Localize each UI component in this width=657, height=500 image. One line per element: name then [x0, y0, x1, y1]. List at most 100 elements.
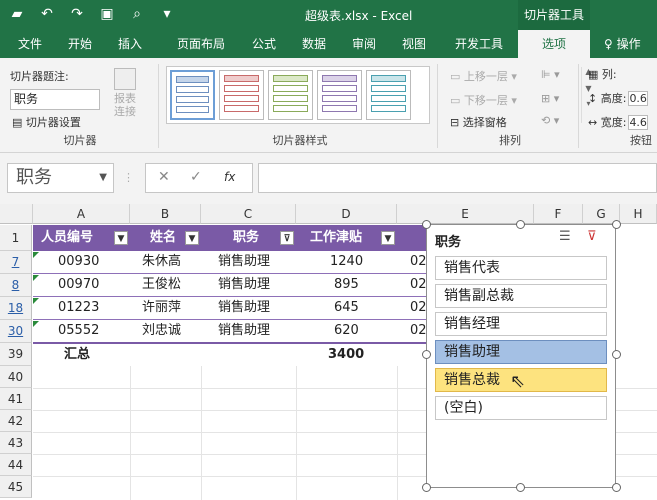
cell-name[interactable]: 朱休高: [142, 251, 200, 273]
cell-allowance[interactable]: 645: [334, 297, 394, 319]
cell-title[interactable]: 销售助理: [218, 297, 294, 319]
row-header[interactable]: 18: [0, 297, 32, 320]
column-header-c[interactable]: C: [201, 204, 296, 224]
slicer-panel[interactable]: 职务 ☰ ⊽ 销售代表 销售副总裁 销售经理 销售助理 销售总裁 (空白): [426, 224, 616, 488]
cell-id[interactable]: 00970: [58, 274, 128, 296]
multi-select-icon[interactable]: ☰: [559, 229, 571, 244]
filter-dropdown-icon[interactable]: ▼: [114, 231, 128, 245]
slicer-settings-button[interactable]: ▤ 切片器设置: [12, 114, 81, 130]
total-value[interactable]: 3400: [328, 344, 388, 366]
cell-name[interactable]: 王俊松: [142, 274, 200, 296]
row-header[interactable]: 1: [0, 225, 32, 251]
cell-title[interactable]: 销售助理: [218, 251, 294, 273]
name-box[interactable]: 职务 ▼: [7, 163, 114, 193]
tab-data[interactable]: 数据: [296, 30, 332, 58]
customize-qat-icon[interactable]: ▾: [158, 5, 176, 23]
cell-title[interactable]: 销售助理: [218, 320, 294, 342]
row-header[interactable]: 39: [0, 343, 32, 366]
table-header-name[interactable]: 姓名 ▼: [130, 225, 201, 251]
save-icon[interactable]: ▣: [98, 5, 116, 23]
slicer-item[interactable]: 销售经理: [435, 312, 607, 336]
rotate-icon[interactable]: ⟲ ▾: [541, 114, 559, 127]
row-header[interactable]: 30: [0, 320, 32, 343]
tab-formulas[interactable]: 公式: [246, 30, 282, 58]
total-label[interactable]: 汇总: [64, 344, 124, 366]
enter-icon[interactable]: ✓: [190, 169, 202, 185]
chevron-down-icon[interactable]: ▼: [99, 164, 107, 192]
selection-pane-button[interactable]: ⊟ 选择窗格: [450, 114, 507, 130]
column-header-b[interactable]: B: [130, 204, 201, 224]
cell-title[interactable]: 销售助理: [218, 274, 294, 296]
table-header-id[interactable]: 人员编号 ▼: [33, 225, 130, 251]
tab-insert[interactable]: 插入: [112, 30, 148, 58]
tab-options[interactable]: 选项: [518, 30, 590, 58]
tab-view[interactable]: 视图: [396, 30, 432, 58]
style-swatch-blue[interactable]: [170, 70, 215, 120]
cell-id[interactable]: 00930: [58, 251, 128, 273]
columns-field[interactable]: ▦ 列:: [588, 66, 617, 82]
table-header-title[interactable]: 职务 ⊽: [201, 225, 296, 251]
send-backward-button[interactable]: ▭ 下移一层 ▾: [450, 92, 517, 108]
column-header-a[interactable]: A: [33, 204, 130, 224]
filter-dropdown-icon[interactable]: ▼: [381, 231, 395, 245]
row-header[interactable]: 8: [0, 274, 32, 297]
column-header-f[interactable]: F: [534, 204, 583, 224]
slicer-item-selected[interactable]: 销售助理: [435, 340, 607, 364]
resize-handle[interactable]: [422, 483, 431, 492]
row-header[interactable]: 40: [0, 366, 32, 388]
row-header[interactable]: 7: [0, 251, 32, 274]
redo-icon[interactable]: ↷: [68, 5, 86, 23]
cell-name[interactable]: 刘忠诚: [142, 320, 200, 342]
formula-input[interactable]: [258, 163, 657, 193]
height-field[interactable]: ↕ 高度: 0.6: [588, 90, 649, 106]
bring-forward-button[interactable]: ▭ 上移一层 ▾: [450, 68, 517, 84]
group-icon[interactable]: ⊞ ▾: [541, 92, 559, 105]
tab-review[interactable]: 审阅: [346, 30, 382, 58]
tab-file[interactable]: 文件: [12, 30, 48, 58]
cell-allowance[interactable]: 620: [334, 320, 394, 342]
row-header[interactable]: 44: [0, 454, 32, 476]
slicer-item[interactable]: (空白): [435, 396, 607, 420]
folder-icon[interactable]: ▰: [8, 5, 26, 23]
cell-name[interactable]: 许丽萍: [142, 297, 200, 319]
row-header[interactable]: 42: [0, 410, 32, 432]
resize-handle[interactable]: [422, 350, 431, 359]
row-header[interactable]: 45: [0, 476, 32, 498]
width-field[interactable]: ↔ 宽度: 4.6: [588, 114, 649, 130]
resize-handle[interactable]: [516, 220, 525, 229]
undo-icon[interactable]: ↶: [38, 5, 56, 23]
tab-developer[interactable]: 开发工具: [448, 30, 510, 58]
row-header[interactable]: 41: [0, 388, 32, 410]
cell-id[interactable]: 01223: [58, 297, 128, 319]
filter-dropdown-icon[interactable]: ▼: [185, 231, 199, 245]
tab-page-layout[interactable]: 页面布局: [170, 30, 232, 58]
row-header[interactable]: 43: [0, 432, 32, 454]
print-preview-icon[interactable]: ⌕: [128, 5, 146, 23]
width-value[interactable]: 4.6: [628, 115, 649, 130]
height-value[interactable]: 0.6: [628, 91, 649, 106]
select-all-corner[interactable]: [0, 204, 33, 224]
slicer-styles-gallery[interactable]: ▲ ▼ ▾: [166, 66, 592, 124]
tab-home[interactable]: 开始: [62, 30, 98, 58]
slicer-item[interactable]: 销售副总裁: [435, 284, 607, 308]
column-header-h[interactable]: H: [620, 204, 657, 224]
column-header-d[interactable]: D: [296, 204, 397, 224]
resize-handle[interactable]: [612, 220, 621, 229]
cell-allowance[interactable]: 1240: [330, 251, 390, 273]
style-swatch-red[interactable]: [219, 70, 264, 120]
resize-handle[interactable]: [516, 483, 525, 492]
style-swatch-green[interactable]: [268, 70, 313, 120]
style-swatch-teal[interactable]: [366, 70, 411, 120]
align-icon[interactable]: ⊫ ▾: [541, 68, 560, 81]
clear-filter-icon[interactable]: ⊽: [587, 229, 597, 244]
resize-handle[interactable]: [612, 483, 621, 492]
report-connections-button[interactable]: 报表 连接: [114, 68, 136, 118]
filter-active-icon[interactable]: ⊽: [280, 231, 294, 245]
resize-handle[interactable]: [422, 220, 431, 229]
slicer-caption-input[interactable]: 职务: [10, 89, 100, 110]
slicer-item[interactable]: 销售代表: [435, 256, 607, 280]
resize-handle[interactable]: [612, 350, 621, 359]
tab-tell-me[interactable]: ♀ 操作: [604, 30, 657, 58]
table-header-allowance[interactable]: 工作津贴 ▼: [296, 225, 397, 251]
cell-id[interactable]: 05552: [58, 320, 128, 342]
